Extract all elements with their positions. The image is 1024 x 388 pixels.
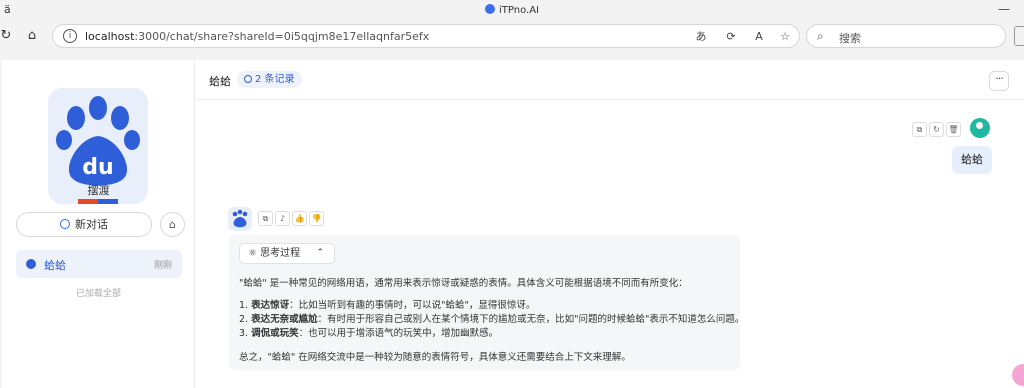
url-text[interactable]: localhost:3000/chat/share?shareId=0i5qqj… [85,30,429,43]
translate-icon[interactable]: あ [693,29,709,45]
answer-list-item: 2. 表达无奈或尴尬：有时用于形容自己或别人在某个情境下的尴尬或无奈，比如"问题… [239,311,744,325]
bot-paw-icon [232,209,248,228]
list-item-title: 表达惊讶 [251,300,290,311]
chat-app: du 摆渡 新对话 ⌂ 蛤蛤 刚刚 已加载全部 蛤蛤 2 条记录 ··· ⧉ ↻ 🗑… [2,60,1024,388]
logo-red-bar [78,199,98,204]
new-chat-label: 新对话 [75,218,108,231]
favorite-star-icon[interactable]: ☆ [777,29,793,45]
record-count-label: 2 条记录 [255,74,295,85]
list-number: 1. [239,300,249,311]
browser-titlebar: ä iTPno.AI — [0,0,1024,22]
more-options-button[interactable]: ··· [989,71,1009,91]
home-icon[interactable]: ⌂ [22,26,42,46]
speak-icon[interactable]: ♪ [275,211,290,226]
delete-icon[interactable]: 🗑 [946,122,961,137]
search-placeholder: 搜索 [839,32,861,45]
answer-list-item: 1. 表达惊讶：比如当听到有趣的事情时，可以说"蛤蛤"，显得很惊讶。 [239,297,535,311]
list-item-text: ：比如当听到有趣的事情时，可以说"蛤蛤"，显得很惊讶。 [289,300,536,311]
clock-icon [244,75,252,83]
new-chat-button[interactable]: 新对话 [16,212,152,237]
user-message-bubble: 蛤蛤 [952,146,992,174]
search-icon: ⌕ [817,29,824,43]
answer-intro: "蛤蛤" 是一种常见的网络用语，通常用来表示惊讶或疑惑的表情。具体含义可能根据语… [239,278,688,289]
record-count-badge[interactable]: 2 条记录 [237,71,302,88]
browser-menu-icon[interactable] [1014,26,1024,46]
chat-bubble-icon [60,219,70,229]
chat-dot-icon [26,259,36,269]
chat-header: 蛤蛤 2 条记录 ··· [195,60,1024,100]
site-favicon-icon [485,4,495,14]
copy-icon[interactable]: ⧉ [258,211,273,226]
browser-toolbar: ↻ ⌂ i localhost:3000/chat/share?shareId=… [0,22,1024,50]
chat-title: 蛤蛤 [209,75,231,88]
list-item-title: 调侃或玩笑 [251,328,299,339]
home-button[interactable]: ⌂ [160,212,185,237]
list-item-text: ：有时用于形容自己或别人在某个情境下的尴尬或无奈，比如"问题的时候蛤蛤"表示不知… [317,314,745,325]
bot-message-toolbar: ⧉ ♪ 👍 👎 [258,210,326,226]
list-item-text: ：也可以用于增添语气的玩笑中，增加幽默感。 [298,328,499,339]
extension-icon[interactable]: ⟳ [723,29,739,45]
tab-title: iTPno.AI [0,4,1024,16]
copy-icon[interactable]: ⧉ [912,122,927,137]
logo-blue-bar [98,199,118,204]
history-item-label: 蛤蛤 [44,259,66,272]
minimize-icon[interactable]: — [984,2,1024,20]
tab-title-text: iTPno.AI [499,5,539,16]
site-info-icon[interactable]: i [63,29,77,43]
thumbs-down-icon[interactable]: 👎 [309,211,324,226]
list-number: 3. [239,328,249,339]
user-avatar [970,118,990,138]
address-bar[interactable]: i localhost:3000/chat/share?shareId=0i5q… [52,24,800,48]
app-name: 摆渡 [87,184,110,197]
history-item-time: 刚刚 [153,261,172,271]
home-icon: ⌂ [169,218,176,231]
retry-icon[interactable]: ↻ [929,122,944,137]
bot-avatar [228,207,252,231]
sidebar: du 摆渡 新对话 ⌂ 蛤蛤 刚刚 已加载全部 [2,60,195,388]
bot-answer-card: ⚛ 思考过程 ⌃ "蛤蛤" 是一种常见的网络用语，通常用来表示惊讶或疑惑的表情。… [229,235,744,370]
refresh-icon[interactable]: ↻ [0,26,16,46]
read-aloud-icon[interactable]: A [751,29,767,45]
user-message-toolbar: ⧉ ↻ 🗑 [912,121,963,137]
answer-list-item: 3. 调侃或玩笑：也可以用于增添语气的玩笑中，增加幽默感。 [239,325,498,339]
atom-icon: ⚛ [248,248,257,259]
answer-summary: 总之，"蛤蛤" 在网络交流中是一种较为随意的表情符号，具体意义还需要结合上下文来… [239,352,631,363]
loaded-all-text: 已加载全部 [75,289,121,299]
list-number: 2. [239,314,249,325]
thinking-toggle-button[interactable]: ⚛ 思考过程 ⌃ [239,243,335,264]
thinking-label: 思考过程 [260,248,301,259]
url-host: localhost [85,30,135,43]
url-path: :3000/chat/share?shareId=0i5qqjm8e17ella… [134,30,430,43]
list-item-title: 表达无奈或尴尬 [251,314,318,325]
browser-search-box[interactable]: ⌕ 搜索 [806,24,1006,48]
svg-text:du: du [82,155,113,180]
history-item[interactable]: 蛤蛤 刚刚 [16,250,182,278]
chevron-up-icon: ⌃ [316,248,324,258]
thumbs-up-icon[interactable]: 👍 [292,211,307,226]
